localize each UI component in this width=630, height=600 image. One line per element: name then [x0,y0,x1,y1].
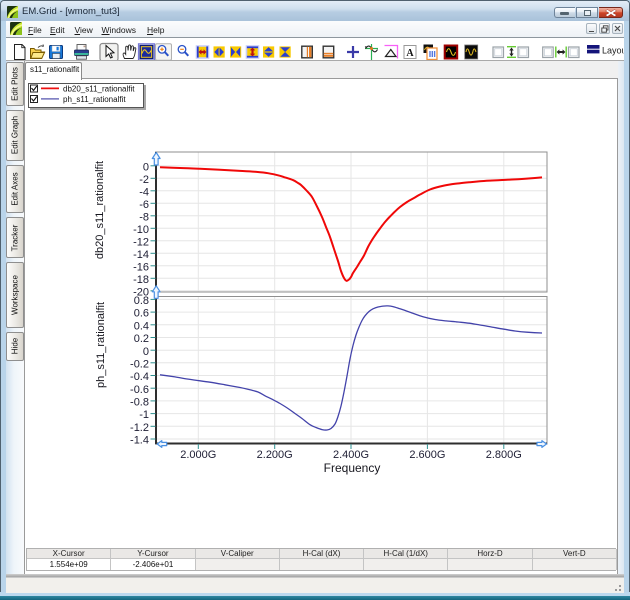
svg-text:-12: -12 [133,236,149,248]
svg-text:0: 0 [143,161,149,173]
svg-text:0.6: 0.6 [134,308,149,320]
svg-text:-2: -2 [139,174,149,186]
svg-text:-18: -18 [133,274,149,286]
svg-text:ph_s11_rationalfit: ph_s11_rationalfit [95,302,107,388]
svg-text:-10: -10 [133,224,149,236]
svg-text:-16: -16 [133,261,149,273]
svg-text:-14: -14 [133,249,149,261]
svg-text:0.4: 0.4 [134,320,149,332]
svg-text:-0.8: -0.8 [130,397,149,409]
svg-text:2.200G: 2.200G [257,449,293,461]
svg-text:db20_s11_rationalfit: db20_s11_rationalfit [94,161,106,259]
svg-text:2.800G: 2.800G [486,449,522,461]
svg-text:-0.6: -0.6 [130,384,149,396]
svg-text:0.2: 0.2 [134,333,149,345]
svg-text:-0.2: -0.2 [130,358,149,370]
svg-text:2.600G: 2.600G [409,449,445,461]
svg-text:0: 0 [143,346,149,358]
svg-text:Frequency: Frequency [324,461,381,475]
svg-text:-4: -4 [139,186,149,198]
svg-text:-1: -1 [139,409,149,421]
svg-text:-1.2: -1.2 [130,422,149,434]
svg-text:-1.4: -1.4 [130,435,149,447]
svg-text:2.000G: 2.000G [180,449,216,461]
svg-text:0.8: 0.8 [134,295,149,307]
svg-text:-8: -8 [139,211,149,223]
svg-text:2.400G: 2.400G [333,449,369,461]
svg-text:-0.4: -0.4 [130,371,149,383]
svg-text:-6: -6 [139,199,149,211]
